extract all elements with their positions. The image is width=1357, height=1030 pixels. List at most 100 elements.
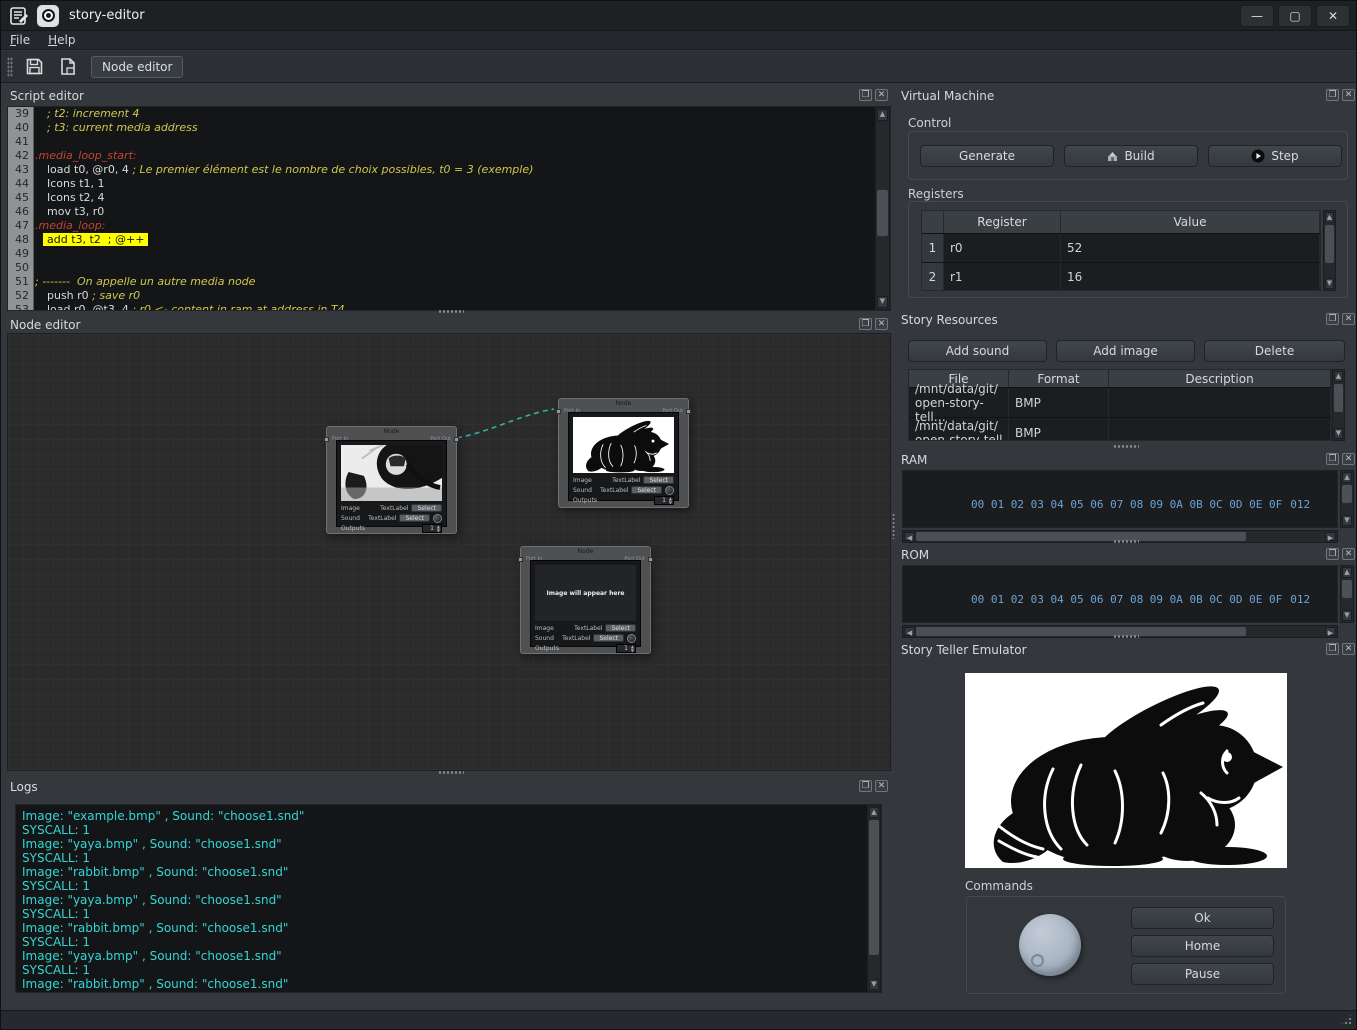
script-editor[interactable]: 39 40 41 42 43 44 45 46 47 48 49 50 51 5… xyxy=(7,106,891,311)
toolbar: Node editor xyxy=(1,51,1356,83)
select-image-button[interactable]: Select xyxy=(411,504,442,512)
control-group: Generate Build Step xyxy=(908,131,1348,180)
line-number-gutter: 39 40 41 42 43 44 45 46 47 48 49 50 51 5… xyxy=(8,107,34,310)
dock-close-button[interactable]: ✕ xyxy=(1342,89,1355,101)
dock-float-button[interactable]: ❐ xyxy=(1326,643,1339,655)
add-sound-button[interactable]: Add sound xyxy=(908,340,1047,362)
rom-vscrollbar[interactable]: ▲ ▼ xyxy=(1340,565,1354,623)
ram-dock-title: RAM ❐ ✕ xyxy=(898,451,1357,470)
splitter-handle[interactable] xyxy=(1113,444,1139,449)
select-image-button[interactable]: Select xyxy=(643,476,674,484)
save-button[interactable] xyxy=(21,55,47,79)
rom-dock: ROM ❐ ✕ 00 01 02 03 04 05 06 07 08 09 0A… xyxy=(898,546,1357,640)
output-port[interactable] xyxy=(454,437,459,442)
registers-vscrollbar[interactable]: ▲ ▼ xyxy=(1323,210,1336,291)
script-editor-vscrollbar[interactable]: ▲ ▼ xyxy=(875,107,890,310)
play-sound-button[interactable] xyxy=(433,514,442,523)
resize-grip[interactable] xyxy=(1340,1013,1353,1026)
outputs-spinbox[interactable]: 1▲▼ xyxy=(616,644,636,653)
select-sound-button[interactable]: Select xyxy=(593,634,624,642)
resources-vscrollbar[interactable]: ▲ ▼ xyxy=(1332,369,1345,441)
table-row[interactable]: 2 r1 16 xyxy=(922,262,1320,291)
node-canvas[interactable]: Node Port In Port Out xyxy=(7,333,891,771)
input-port[interactable] xyxy=(518,557,523,562)
dock-close-button[interactable]: ✕ xyxy=(875,780,888,792)
dock-close-button[interactable]: ✕ xyxy=(1342,453,1355,465)
code-area[interactable]: ; t2: increment 4 ; t3: current media ad… xyxy=(35,107,874,310)
dock-float-button[interactable]: ❐ xyxy=(1326,89,1339,101)
media-node[interactable]: Node Port In Port Out xyxy=(326,426,457,534)
table-row[interactable]: /mnt/data/git/ open-story-tell… BMP xyxy=(909,387,1331,417)
node-image-preview xyxy=(573,417,674,473)
ok-button[interactable]: Ok xyxy=(1131,907,1274,929)
input-port[interactable] xyxy=(324,437,329,442)
select-image-button[interactable]: Select xyxy=(605,624,636,632)
play-sound-button[interactable] xyxy=(665,486,674,495)
input-port[interactable] xyxy=(556,409,561,414)
generate-button[interactable]: Generate xyxy=(920,145,1054,167)
dock-float-button[interactable]: ❐ xyxy=(859,318,872,330)
rom-hex-view[interactable]: 00 01 02 03 04 05 06 07 08 09 0A 0B 0C 0… xyxy=(902,565,1338,623)
script-editor-dock: Script editor ❐ ✕ 39 40 41 42 43 44 45 4… xyxy=(7,87,891,311)
close-button[interactable]: ✕ xyxy=(1316,5,1350,27)
play-sound-button[interactable] xyxy=(627,634,636,643)
dock-float-button[interactable]: ❐ xyxy=(1326,313,1339,325)
logs-vscrollbar[interactable]: ▲ ▼ xyxy=(867,805,881,992)
window-menu-icon[interactable] xyxy=(9,6,29,26)
step-button[interactable]: Step xyxy=(1208,145,1342,167)
emulator-screen-image xyxy=(965,673,1287,868)
pause-button[interactable]: Pause xyxy=(1131,963,1274,985)
dock-float-button[interactable]: ❐ xyxy=(859,780,872,792)
save-icon xyxy=(25,57,44,76)
home-button[interactable]: Home xyxy=(1131,935,1274,957)
menu-help[interactable]: Help xyxy=(39,31,84,49)
output-port[interactable] xyxy=(686,409,691,414)
dock-float-button[interactable]: ❐ xyxy=(1326,453,1339,465)
splitter-handle[interactable] xyxy=(438,770,464,775)
virtual-machine-dock: Virtual Machine ❐ ✕ Control Generate Bui… xyxy=(898,87,1357,306)
dock-float-button[interactable]: ❐ xyxy=(859,89,872,101)
registers-table: Register Value 1 r0 52 2 r1 16 xyxy=(921,210,1321,291)
splitter-handle[interactable] xyxy=(891,513,896,539)
commands-group-label: Commands xyxy=(965,879,1033,893)
add-image-button[interactable]: Add image xyxy=(1056,340,1195,362)
highlighted-line: add t3, t2 ; @++ xyxy=(43,233,148,246)
outputs-spinbox[interactable]: 1▲▼ xyxy=(422,524,442,533)
select-sound-button[interactable]: Select xyxy=(399,514,430,522)
media-node[interactable]: Node Port In Port Out xyxy=(558,398,689,508)
node-image-preview xyxy=(341,445,442,501)
dock-close-button[interactable]: ✕ xyxy=(1342,548,1355,560)
select-sound-button[interactable]: Select xyxy=(631,486,662,494)
splitter-handle[interactable] xyxy=(1113,634,1139,639)
outputs-spinbox[interactable]: 1▲▼ xyxy=(654,496,674,505)
maximize-button[interactable]: ▢ xyxy=(1278,5,1312,27)
minimize-button[interactable]: — xyxy=(1240,5,1274,27)
dock-close-button[interactable]: ✕ xyxy=(1342,313,1355,325)
table-row[interactable]: /mnt/data/git/ open-story-tell BMP xyxy=(909,417,1331,441)
node-editor-toggle-button[interactable]: Node editor xyxy=(91,56,183,78)
toolbar-drag-handle[interactable] xyxy=(7,57,13,77)
selection-knob[interactable] xyxy=(1019,914,1081,976)
splitter-handle[interactable] xyxy=(438,309,464,314)
export-button[interactable] xyxy=(55,55,81,79)
window-title: story-editor xyxy=(69,8,145,23)
logs-dock: Logs ❐ ✕ Image: "example.bmp" , Sound: "… xyxy=(7,778,891,1006)
table-row[interactable]: 1 r0 52 xyxy=(922,233,1320,262)
delete-button[interactable]: Delete xyxy=(1204,340,1345,362)
logs-dock-title: Logs ❐ ✕ xyxy=(7,778,891,797)
dock-float-button[interactable]: ❐ xyxy=(1326,548,1339,560)
dock-close-button[interactable]: ✕ xyxy=(875,318,888,330)
dock-close-button[interactable]: ✕ xyxy=(1342,643,1355,655)
build-button[interactable]: Build xyxy=(1064,145,1198,167)
export-document-icon xyxy=(59,57,77,76)
ram-vscrollbar[interactable]: ▲ ▼ xyxy=(1340,470,1354,528)
app-icon xyxy=(37,5,59,27)
titlebar: story-editor — ▢ ✕ xyxy=(1,1,1356,31)
ram-hex-view[interactable]: 00 01 02 03 04 05 06 07 08 09 0A 0B 0C 0… xyxy=(902,470,1338,528)
dock-close-button[interactable]: ✕ xyxy=(875,89,888,101)
output-port[interactable] xyxy=(648,557,653,562)
menu-file[interactable]: File xyxy=(1,31,39,49)
media-node[interactable]: Node Port In Port Out Image will appear … xyxy=(520,546,651,654)
splitter-handle[interactable] xyxy=(1113,539,1139,544)
story-resources-dock: Story Resources ❐ ✕ Add sound Add image … xyxy=(898,311,1357,446)
